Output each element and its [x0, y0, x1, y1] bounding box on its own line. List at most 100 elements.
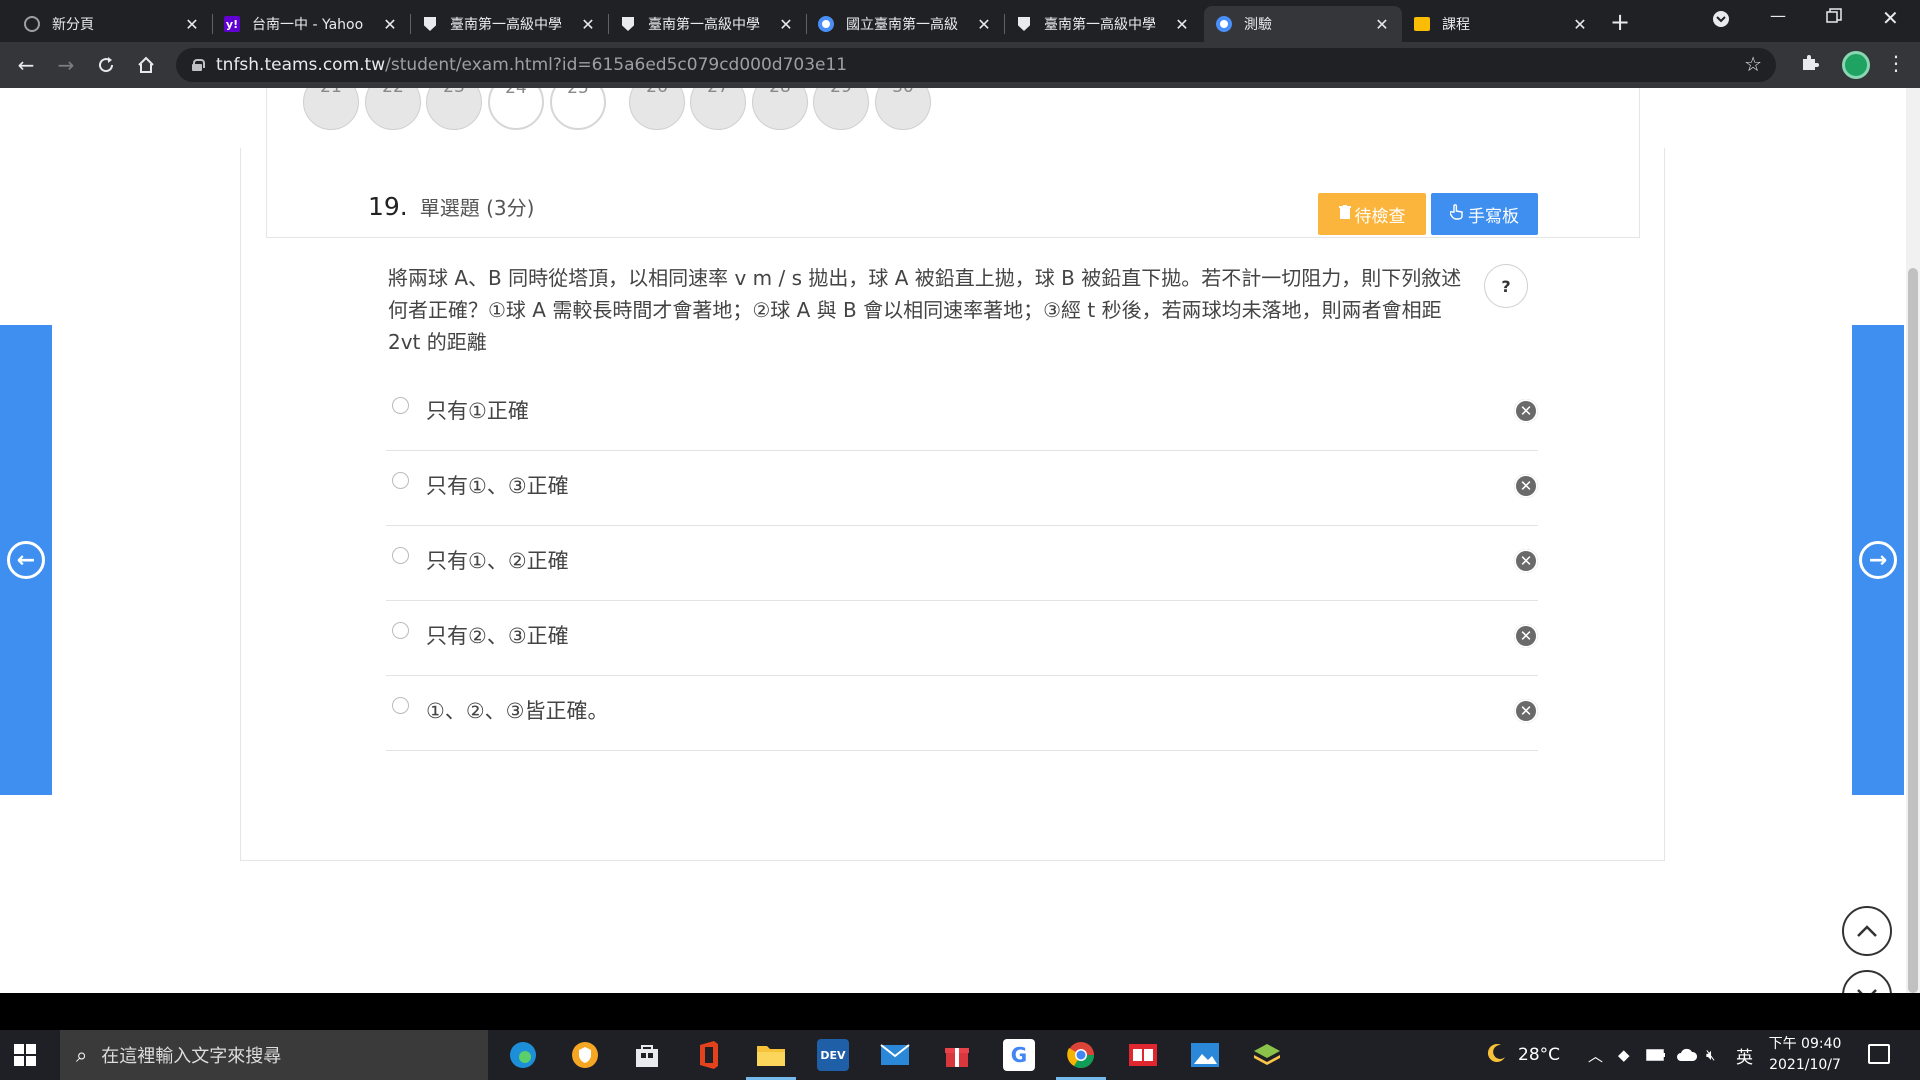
eliminate-option-icon[interactable]: ✕ [1514, 699, 1538, 723]
volume-muted-icon[interactable]: 🔇︎ [1706, 1030, 1715, 1080]
radio-button[interactable] [392, 697, 409, 714]
eliminate-option-icon[interactable]: ✕ [1514, 549, 1538, 573]
show-hidden-icons-icon[interactable]: ︿ [1588, 1030, 1603, 1080]
radio-button[interactable] [392, 547, 409, 564]
tab-search-icon[interactable] [1712, 10, 1730, 32]
option-label: ①、②、③皆正確。 [426, 699, 609, 723]
scrollbar-thumb[interactable] [1908, 268, 1918, 993]
new-tab-icon[interactable]: + [1610, 8, 1630, 36]
reload-icon[interactable] [92, 51, 120, 79]
radio-button[interactable] [392, 397, 409, 414]
answer-option[interactable]: 只有①正確 ✕ [386, 376, 1538, 451]
mark-for-review-button[interactable]: 待檢查 [1318, 193, 1426, 235]
answer-option[interactable]: 只有②、③正確 ✕ [386, 601, 1538, 676]
question-number-button[interactable]: 26 [629, 88, 685, 130]
home-icon[interactable] [132, 51, 160, 79]
eliminate-option-icon[interactable]: ✕ [1514, 624, 1538, 648]
chevron-up-icon [1857, 925, 1877, 937]
browser-tab[interactable]: 國立臺南第一高級 ✕ [806, 6, 1004, 42]
question-number-button[interactable]: 28 [752, 88, 808, 130]
browser-tab[interactable]: 臺南第一高級中學 ✕ [608, 6, 806, 42]
tab-title: 測驗 [1244, 17, 1272, 33]
close-icon[interactable]: ✕ [1374, 15, 1390, 34]
eliminate-option-icon[interactable]: ✕ [1514, 399, 1538, 423]
devcpp-icon[interactable]: DEV [817, 1039, 849, 1071]
vpn-shield-icon[interactable] [569, 1039, 601, 1071]
school-icon [1016, 16, 1032, 32]
address-bar[interactable]: tnfsh.teams.com.tw/student/exam.html?id=… [176, 48, 1776, 82]
scroll-to-bottom-button[interactable] [1842, 970, 1892, 993]
dropbox-icon[interactable]: ◆ [1618, 1030, 1630, 1080]
browser-tab[interactable]: 課程 ✕ [1402, 6, 1600, 42]
close-icon[interactable]: ✕ [976, 15, 992, 34]
forward-icon[interactable]: → [52, 51, 80, 79]
media-app-icon[interactable] [1127, 1039, 1159, 1071]
chrome-icon[interactable] [1065, 1039, 1097, 1071]
store-icon[interactable] [631, 1039, 663, 1071]
tab-title: 國立臺南第一高級 [846, 17, 958, 33]
handwriting-board-button[interactable]: 手寫板 [1431, 193, 1538, 235]
bluestacks-icon[interactable] [1251, 1039, 1283, 1071]
browser-tab[interactable]: 臺南第一高級中學 ✕ [1004, 6, 1202, 42]
question-number-button[interactable]: 22 [365, 88, 421, 130]
browser-tab-strip: 新分頁 ✕ y! 台南一中 - Yahoo ✕ 臺南第一高級中學 ✕ 臺南第一高… [0, 0, 1920, 42]
weather-widget[interactable]: 28°C [1486, 1030, 1560, 1080]
gift-icon[interactable] [941, 1039, 973, 1071]
browser-tab-active[interactable]: 測驗 ✕ [1204, 6, 1402, 42]
close-icon[interactable]: ✕ [382, 15, 398, 34]
profile-avatar[interactable] [1842, 51, 1870, 79]
close-icon[interactable]: ✕ [580, 15, 596, 34]
answer-option[interactable]: 只有①、②正確 ✕ [386, 526, 1538, 601]
question-number-button[interactable]: 24 [488, 88, 544, 130]
close-window-icon[interactable]: ✕ [1882, 6, 1899, 30]
battery-icon[interactable] [1646, 1030, 1666, 1080]
onedrive-icon[interactable] [1676, 1030, 1698, 1080]
option-label: 只有②、③正確 [426, 624, 569, 648]
answer-option[interactable]: 只有①、③正確 ✕ [386, 451, 1538, 526]
browser-tab[interactable]: 臺南第一高級中學 ✕ [410, 6, 608, 42]
close-icon[interactable]: ✕ [184, 15, 200, 34]
question-number-button[interactable]: 29 [813, 88, 869, 130]
globe-icon [24, 16, 40, 32]
close-icon[interactable]: ✕ [1572, 15, 1588, 34]
photos-icon[interactable] [1189, 1039, 1221, 1071]
browser-tab[interactable]: 新分頁 ✕ [12, 6, 212, 42]
close-icon[interactable]: ✕ [778, 15, 794, 34]
school-icon [620, 16, 636, 32]
back-icon[interactable]: ← [12, 51, 40, 79]
bookmark-star-icon[interactable]: ☆ [1744, 52, 1762, 76]
trash-icon [1338, 205, 1351, 223]
previous-question-button[interactable]: ← [0, 325, 52, 795]
extensions-icon[interactable] [1800, 52, 1820, 77]
question-number-button[interactable]: 25 [550, 88, 606, 130]
question-number-button[interactable]: 23 [426, 88, 482, 130]
notification-center-icon[interactable] [1868, 1044, 1890, 1064]
input-method-indicator[interactable]: 英 [1736, 1030, 1753, 1080]
menu-kebab-icon[interactable]: ⋮ [1886, 51, 1906, 75]
next-question-button[interactable]: → [1852, 325, 1904, 795]
minimize-icon[interactable]: — [1770, 6, 1786, 25]
eliminate-option-icon[interactable]: ✕ [1514, 474, 1538, 498]
radio-button[interactable] [392, 472, 409, 489]
browser-tab[interactable]: y! 台南一中 - Yahoo ✕ [212, 6, 410, 42]
ring-icon [818, 16, 834, 32]
google-icon[interactable]: G [1003, 1039, 1035, 1071]
windows-start-icon[interactable] [14, 1044, 36, 1066]
file-explorer-icon[interactable] [755, 1039, 787, 1071]
mail-icon[interactable] [879, 1039, 911, 1071]
radio-button[interactable] [392, 622, 409, 639]
restore-icon[interactable] [1826, 8, 1842, 28]
answer-option[interactable]: ①、②、③皆正確。 ✕ [386, 676, 1538, 751]
close-icon[interactable]: ✕ [1174, 15, 1190, 34]
edge-icon[interactable] [507, 1039, 539, 1071]
taskbar-clock[interactable]: 下午 09:40 2021/10/7 [1760, 1034, 1850, 1076]
scroll-to-top-button[interactable] [1842, 906, 1892, 956]
question-number-button[interactable]: 27 [690, 88, 746, 130]
question-number-button[interactable]: 30 [875, 88, 931, 130]
help-button[interactable]: ? [1484, 264, 1528, 308]
tab-title: 臺南第一高級中學 [450, 17, 562, 33]
taskbar-search-box[interactable]: ⌕ 在這裡輸入文字來搜尋 [60, 1030, 488, 1080]
question-number-button[interactable]: 21 [303, 88, 359, 130]
office-icon[interactable] [693, 1039, 725, 1071]
question-stem: 將兩球 A、B 同時從塔頂，以相同速率 v m / s 拋出，球 A 被鉛直上拋… [388, 266, 1462, 354]
